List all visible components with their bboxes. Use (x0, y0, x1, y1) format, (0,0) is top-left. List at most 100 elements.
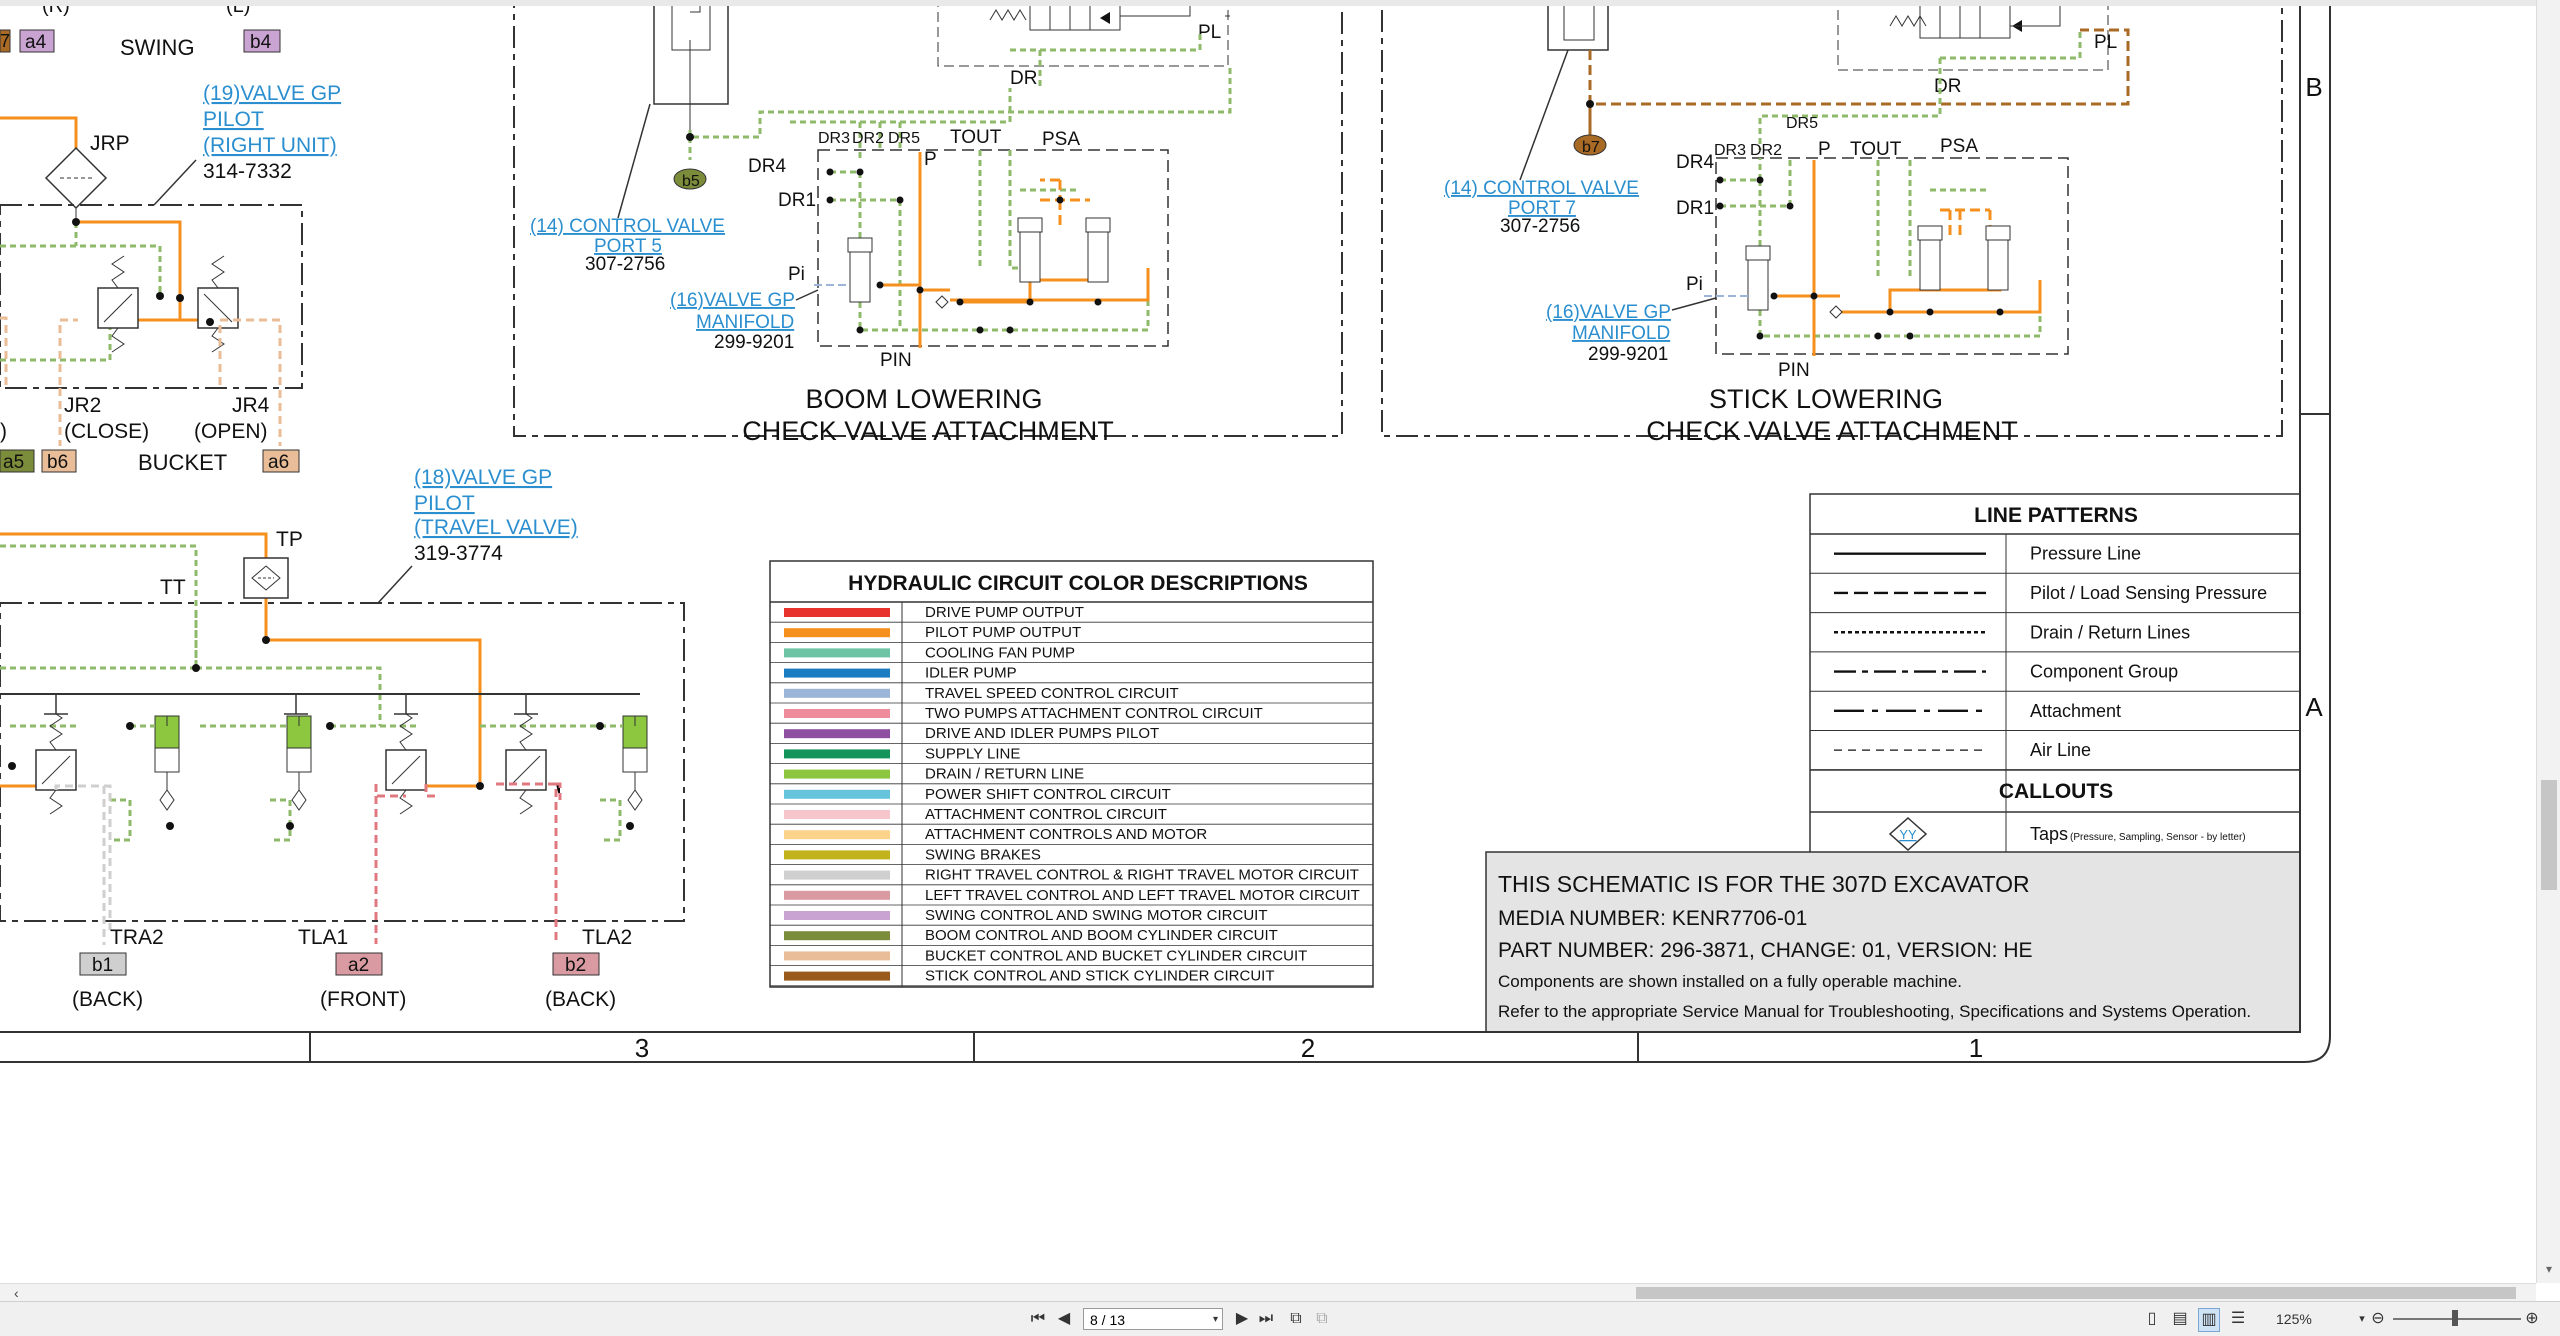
legend-label: STICK CONTROL AND STICK CYLINDER CIRCUIT (925, 968, 1274, 985)
first-page-icon[interactable]: ⏮ (1028, 1308, 1048, 1330)
legend-label: POWER SHIFT CONTROL CIRCUIT (925, 786, 1171, 803)
label-stick-dr: DR (1934, 76, 1961, 97)
legend-label: BUCKET CONTROL AND BUCKET CYLINDER CIRCU… (925, 947, 1307, 964)
link-boom-manifold[interactable]: MANIFOLD (696, 312, 794, 333)
label-b5: b5 (682, 173, 700, 190)
facing-view-icon[interactable]: ▥ (2198, 1308, 2220, 1332)
prev-page-icon[interactable]: ◀ (1054, 1308, 1074, 1330)
label-back-2: (BACK) (545, 988, 616, 1011)
label-jr4-open: (OPEN) (194, 420, 268, 443)
schematic-svg: 7 a4 b4 (R) (L) SWING JRP JR2 (CLOSE) JR… (0, 6, 2331, 1063)
label-swing: SWING (120, 35, 195, 60)
legend-label: IDLER PUMP (925, 665, 1017, 682)
label-319-3774: 319-3774 (414, 542, 503, 565)
legend-swatch (784, 749, 890, 759)
label-paren: ) (0, 420, 7, 443)
legend-swatch (784, 850, 890, 860)
label-stick-dr3: DR3 (1714, 142, 1746, 159)
scroll-down-arrow-icon[interactable]: ▾ (2541, 1262, 2557, 1276)
label-b1: b1 (92, 955, 113, 976)
vertical-scroll-thumb[interactable] (2541, 780, 2557, 890)
legend-swatch (784, 729, 890, 739)
color-legend: HYDRAULIC CIRCUIT COLOR DESCRIPTIONS DRI… (769, 560, 1374, 988)
valve-19-pilot-right: JRP JR2 (CLOSE) JR4 (OPEN) ) a5 b6 BUCKE… (0, 82, 341, 475)
legend-label: SUPPLY LINE (925, 745, 1020, 762)
zoom-level[interactable]: 125% (2276, 1308, 2328, 1330)
legend-label: ATTACHMENT CONTROL CIRCUIT (925, 806, 1167, 823)
info-box: THIS SCHEMATIC IS FOR THE 307D EXCAVATOR… (1485, 851, 2301, 1033)
page-number-text: 8 / 13 (1090, 1312, 1126, 1328)
label-boom-299-9201: 299-9201 (714, 332, 794, 353)
zoom-slider-handle[interactable] (2452, 1310, 2458, 1326)
label-a6: a6 (268, 452, 289, 473)
label-back-1: (BACK) (72, 988, 143, 1011)
link-valve19-rightunit[interactable]: (RIGHT UNIT) (203, 134, 337, 157)
info-line-components: Components are shown installed on a full… (1498, 972, 1962, 991)
link-stick-valve-gp[interactable]: (16)VALVE GP (1546, 302, 1671, 323)
link-valve19-callout[interactable]: (19)VALVE GP (203, 82, 341, 105)
label-r: (R) (42, 6, 70, 17)
link-valve18-pilot[interactable]: PILOT (414, 492, 475, 515)
info-line-refer: Refer to the appropriate Service Manual … (1498, 1002, 2251, 1021)
page-number-input[interactable]: 8 / 13 ▾ (1083, 1308, 1223, 1330)
label-stick-307-2756: 307-2756 (1500, 216, 1580, 237)
link-stick-manifold[interactable]: MANIFOLD (1572, 323, 1670, 344)
label-tla1: TLA1 (298, 926, 348, 949)
label-tra2: TRA2 (110, 926, 164, 949)
label-stick-dr2: DR2 (1750, 142, 1782, 159)
link-valve18-travel[interactable]: (TRAVEL VALVE) (414, 516, 578, 539)
label-stick-pl: PL (2094, 32, 2117, 53)
label-7: 7 (0, 31, 10, 51)
label-bucket: BUCKET (138, 450, 227, 475)
page-dropdown-icon[interactable]: ▾ (1213, 1309, 1218, 1331)
label-stick-dr1: DR1 (1676, 198, 1714, 219)
label-tt: TT (160, 576, 186, 599)
go-back-view-icon[interactable]: ⧉ (1286, 1308, 1306, 1330)
legend-swatch (784, 789, 890, 799)
continuous-facing-view-icon[interactable]: ☰ (2228, 1308, 2248, 1330)
legend-label: PILOT PUMP OUTPUT (925, 624, 1081, 641)
label-stick-299-9201: 299-9201 (1588, 344, 1668, 365)
legend-swatch (784, 951, 890, 961)
last-page-icon[interactable]: ⏭ (1256, 1308, 1276, 1330)
go-forward-view-icon[interactable]: ⧉ (1312, 1308, 1332, 1330)
callouts-title: CALLOUTS (1999, 780, 2113, 803)
next-page-icon[interactable]: ▶ (1232, 1308, 1252, 1330)
label-stick-dr4: DR4 (1676, 152, 1714, 173)
link-boom-control-valve[interactable]: (14) CONTROL VALVE (530, 216, 725, 237)
label-front: (FRONT) (320, 988, 406, 1011)
label-boom-pin: PIN (880, 350, 912, 371)
zoom-out-icon[interactable]: ⊖ (2368, 1308, 2388, 1330)
link-stick-control-valve[interactable]: (14) CONTROL VALVE (1444, 178, 1639, 199)
tap-label: Taps (2030, 824, 2068, 844)
horizontal-scrollbar[interactable]: ‹ (0, 1283, 2536, 1302)
legend-swatch (784, 830, 890, 840)
scroll-left-arrow-icon[interactable]: ‹ (14, 1284, 19, 1302)
label-jr4: JR4 (232, 394, 270, 417)
label-a4: a4 (25, 32, 47, 53)
link-valve19-pilot[interactable]: PILOT (203, 108, 264, 131)
zoom-level-text: 125% (2276, 1311, 2312, 1327)
vertical-scrollbar[interactable]: ▾ (2536, 0, 2560, 1283)
horizontal-scroll-thumb[interactable] (1636, 1287, 2516, 1299)
legend-swatch (784, 911, 890, 920)
legend-label: ATTACHMENT CONTROLS AND MOTOR (925, 826, 1207, 843)
zoom-in-icon[interactable]: ⊕ (2522, 1308, 2542, 1330)
legend-swatch (784, 688, 890, 698)
label-boom-tout: TOUT (950, 127, 1002, 148)
legend-swatch (784, 648, 890, 658)
legend-swatch (784, 971, 890, 981)
single-page-view-icon[interactable]: ▯ (2142, 1308, 2162, 1330)
legend-swatch (784, 810, 890, 819)
label-jrp: JRP (90, 132, 130, 155)
color-legend-title: HYDRAULIC CIRCUIT COLOR DESCRIPTIONS (848, 572, 1308, 595)
info-line-excavator: THIS SCHEMATIC IS FOR THE 307D EXCAVATOR (1498, 871, 2030, 897)
label-boom-dr4: DR4 (748, 156, 786, 177)
legend-label: BOOM CONTROL AND BOOM CYLINDER CIRCUIT (925, 927, 1278, 944)
link-boom-valve-gp[interactable]: (16)VALVE GP (670, 290, 795, 311)
label-boom-dr5: DR5 (888, 130, 920, 147)
link-valve18-callout[interactable]: (18)VALVE GP (414, 466, 552, 489)
continuous-view-icon[interactable]: ▤ (2170, 1308, 2190, 1330)
label-boom-307-2756: 307-2756 (585, 254, 665, 275)
legend-swatch (784, 608, 890, 617)
